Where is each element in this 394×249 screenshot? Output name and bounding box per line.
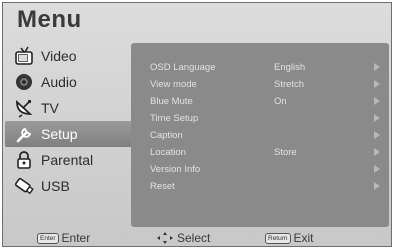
setting-label: Reset: [150, 181, 175, 192]
speaker-icon: [13, 71, 35, 93]
satellite-dish-icon: [13, 97, 35, 119]
exit-hint-label: Exit: [293, 231, 314, 245]
sidebar-item-label: Video: [41, 48, 77, 64]
arrow-right-icon: [374, 131, 380, 139]
setting-row-blue-mute[interactable]: Blue Mute On: [131, 93, 389, 110]
enter-hint: Enter Enter: [37, 231, 90, 245]
enter-hint-label: Enter: [61, 231, 91, 245]
setting-label: Version Info: [150, 164, 201, 175]
setting-row-version-info[interactable]: Version Info: [131, 161, 389, 178]
sidebar-item-usb[interactable]: USB: [5, 173, 132, 199]
sidebar-item-label: USB: [41, 178, 70, 194]
setting-row-caption[interactable]: Caption: [131, 127, 389, 144]
select-hint-label: Select: [177, 231, 211, 245]
menu-title: Menu: [17, 6, 82, 33]
setting-label: Location: [150, 147, 186, 158]
arrow-right-icon: [374, 182, 380, 190]
sidebar-item-parental[interactable]: Parental: [5, 147, 132, 173]
arrow-right-icon: [374, 63, 380, 71]
usb-icon: [13, 175, 35, 197]
setting-row-reset[interactable]: Reset: [131, 178, 389, 195]
sidebar-item-label: TV: [41, 100, 59, 116]
select-hint: Select: [157, 231, 210, 245]
sidebar-item-label: Parental: [41, 152, 94, 168]
arrow-right-icon: [374, 148, 380, 156]
setting-label: Blue Mute: [150, 96, 193, 107]
arrow-right-icon: [374, 97, 380, 105]
setting-value: Store: [274, 147, 297, 158]
setting-value: Stretch: [274, 79, 305, 90]
sidebar-item-label: Audio: [41, 74, 77, 90]
tv-icon: [13, 45, 35, 67]
exit-hint: Return Exit: [265, 231, 314, 245]
footer-hints: Enter Enter Select Return Exit: [3, 228, 391, 246]
arrow-right-icon: [374, 165, 380, 173]
setting-row-osd-language[interactable]: OSD Language English: [131, 59, 389, 76]
return-key-icon: Return: [265, 232, 291, 244]
wrench-icon: [13, 123, 35, 145]
sidebar-item-video[interactable]: Video: [5, 43, 132, 69]
sidebar-item-setup[interactable]: Setup: [5, 121, 136, 147]
setting-row-location[interactable]: Location Store: [131, 144, 389, 161]
setup-panel: OSD Language English View mode Stretch B…: [131, 43, 389, 227]
lock-icon: [13, 149, 35, 171]
setting-label: Time Setup: [150, 113, 199, 124]
sidebar: Video Audio TV Setup Parental USB: [5, 43, 136, 199]
navigation-arrows-icon: [157, 232, 173, 244]
sidebar-item-audio[interactable]: Audio: [5, 69, 132, 95]
arrow-right-icon: [374, 114, 380, 122]
setting-row-time-setup[interactable]: Time Setup: [131, 110, 389, 127]
setting-label: View mode: [150, 79, 197, 90]
sidebar-item-tv[interactable]: TV: [5, 95, 132, 121]
setting-label: Caption: [150, 130, 183, 141]
setting-row-view-mode[interactable]: View mode Stretch: [131, 76, 389, 93]
setting-value: English: [274, 62, 306, 73]
setting-label: OSD Language: [150, 62, 216, 73]
arrow-right-icon: [374, 80, 380, 88]
sidebar-item-label: Setup: [41, 126, 78, 142]
menu-window: Menu Video Audio TV Setup Parental USB O…: [2, 2, 392, 247]
setting-value: On: [274, 96, 287, 107]
enter-key-icon: Enter: [37, 232, 59, 244]
